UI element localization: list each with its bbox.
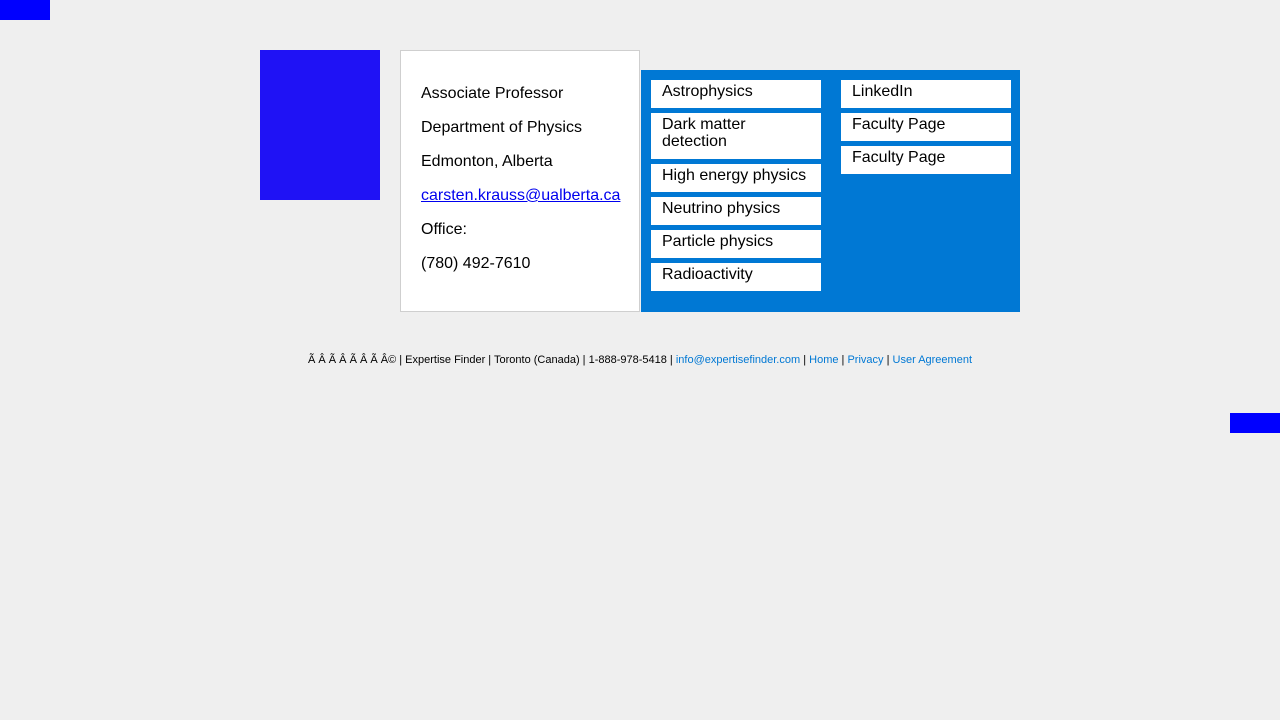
department: Department of Physics — [421, 119, 582, 136]
topic-chip[interactable]: Neutrino physics — [651, 197, 821, 225]
info-card: Associate Professor Department of Physic… — [400, 50, 640, 312]
footer-separator: | — [800, 354, 810, 366]
footer-home-link[interactable]: Home — [809, 354, 838, 366]
right-side-block — [1230, 413, 1280, 433]
links-column: LinkedIn Faculty Page Faculty Page — [841, 80, 1011, 179]
faculty-page-link[interactable]: Faculty Page — [841, 113, 1011, 141]
top-left-block — [0, 0, 50, 20]
faculty-page-link[interactable]: Faculty Page — [841, 146, 1011, 174]
topic-chip[interactable]: Dark matter detection — [651, 113, 821, 159]
topic-chip[interactable]: Radioactivity — [651, 263, 821, 291]
location: Edmonton, Alberta — [421, 153, 553, 170]
profile-photo — [260, 50, 380, 200]
topic-chip[interactable]: High energy physics — [651, 164, 821, 192]
office-label: Office: — [421, 221, 467, 238]
linkedin-link[interactable]: LinkedIn — [841, 80, 1011, 108]
footer: Ã Â Ã Â Ã Â Ã Â© | Expertise Finder | To… — [270, 353, 1010, 368]
footer-email-link[interactable]: info@expertisefinder.com — [676, 354, 800, 366]
email-link[interactable]: carsten.krauss@ualberta.ca — [421, 187, 620, 204]
phone-number: (780) 492-7610 — [421, 255, 531, 272]
topics-column: Astrophysics Dark matter detection High … — [651, 80, 821, 296]
job-title: Associate Professor — [421, 85, 564, 102]
footer-user-agreement-link[interactable]: User Agreement — [893, 354, 972, 366]
footer-privacy-link[interactable]: Privacy — [847, 354, 883, 366]
expertise-panel: Astrophysics Dark matter detection High … — [641, 70, 1020, 312]
footer-separator: | — [883, 354, 893, 366]
topic-chip[interactable]: Astrophysics — [651, 80, 821, 108]
footer-copyright: Ã Â Ã Â Ã Â Ã Â© | Expertise Finder | To… — [308, 354, 676, 366]
topic-chip[interactable]: Particle physics — [651, 230, 821, 258]
